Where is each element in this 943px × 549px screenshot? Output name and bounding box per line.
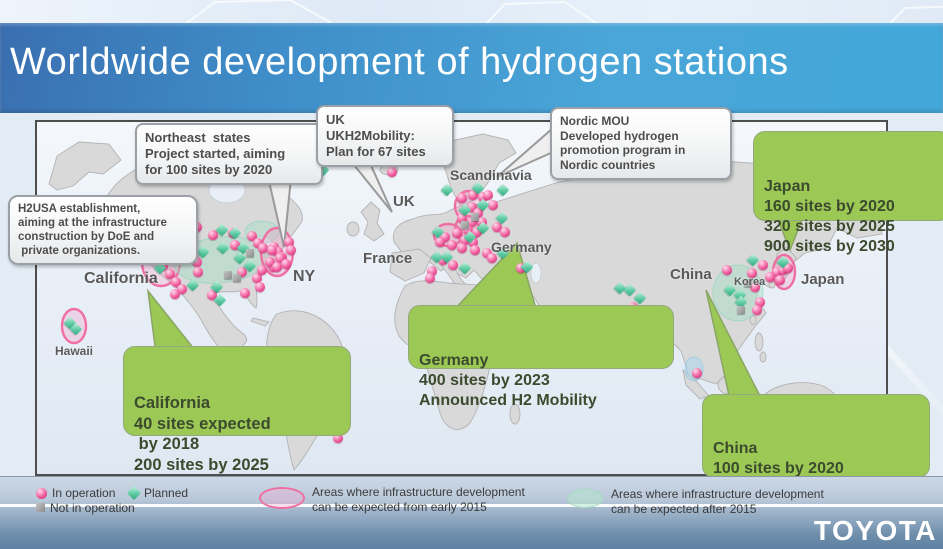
legend-in-operation: In operation [52,486,115,501]
station-in-operation-marker [457,243,467,253]
h2usa-callout: H2USA establishment, aiming at the infra… [8,195,198,265]
station-in-operation-marker [170,289,180,299]
map-label-hawaii: Hawaii [55,344,93,358]
map-label-france: France [363,250,412,267]
station-in-operation-marker [722,265,732,275]
legend-early-2015-area: Areas where infrastructure development c… [312,485,525,515]
top-decor-strip [0,0,943,23]
china-target-title: China [713,439,919,459]
northeast-states-callout: Northeast states Project started, aiming… [135,123,323,185]
station-in-operation-marker [483,190,493,200]
map-label-china: China [670,266,712,283]
station-in-operation-marker [387,167,397,177]
station-in-operation-marker [240,288,250,298]
station-in-operation-marker [500,227,510,237]
station-not-in-operation-marker [737,306,745,314]
map-label-scandinavia: Scandinavia [450,167,532,183]
toyota-logo: TOYOTA [814,515,937,547]
in-operation-icon [36,488,47,499]
station-in-operation-marker [425,273,435,283]
station-in-operation-marker [281,259,291,269]
legend-after-2015-area: Areas where infrastructure development c… [611,487,824,517]
station-in-operation-marker [286,245,296,255]
page-title: Worldwide development of hydrogen statio… [10,41,789,84]
map-label-california: California [84,270,158,288]
legend-planned: Planned [144,486,188,501]
map-label-korea: Korea [734,276,765,288]
legend-not-in-operation: Not in operation [50,501,135,516]
station-in-operation-marker [448,260,458,270]
map-label-germany: Germany [491,239,552,255]
germany-target-lines: 400 sites by 2023 Announced H2 Mobility [419,372,597,409]
station-in-operation-marker [435,237,445,247]
slide: Worldwide development of hydrogen statio… [0,0,943,549]
germany-target-title: Germany [419,351,663,371]
station-in-operation-marker [692,368,702,378]
station-in-operation-marker [193,267,203,277]
japan-target-title: Japan [764,177,940,197]
after-2015-area-icon [567,489,603,508]
station-not-in-operation-marker [461,221,469,229]
nordic-mou-callout: Nordic MOU Developed hydrogen promotion … [550,107,732,180]
station-not-in-operation-marker [224,271,232,279]
station-in-operation-marker [752,305,762,315]
early-2015-area-icon [259,487,305,509]
not-in-operation-icon [36,503,45,512]
station-in-operation-marker [457,193,467,203]
station-not-in-operation-marker [246,249,254,257]
station-not-in-operation-marker [471,213,479,221]
planned-icon [127,486,141,500]
japan-target-box: Japan160 sites by 2020 320 sites by 2025… [753,131,943,221]
japan-target-lines: 160 sites by 2020 320 sites by 2025 900 … [764,198,895,255]
hexagon-pattern [0,0,943,23]
map-label-ny: NY [293,268,315,286]
china-target-box: China100 sites by 2020 350 sites by 2025… [702,394,930,478]
california-target-box: California40 sites expected by 2018 200 … [123,346,351,436]
germany-target-box: Germany400 sites by 2023 Announced H2 Mo… [408,305,674,369]
map-label-uk: UK [393,193,415,210]
legend-footer: In operation Planned Not in operation Ar… [0,476,943,549]
station-in-operation-marker [488,200,498,210]
station-in-operation-marker [470,245,480,255]
station-not-in-operation-marker [233,274,241,282]
station-in-operation-marker [257,265,267,275]
california-target-title: California [134,393,340,414]
uk-mobility-callout: UK UKH2Mobility: Plan for 67 sites [316,105,454,167]
title-bar: Worldwide development of hydrogen statio… [0,23,943,113]
station-in-operation-marker [447,240,457,250]
california-target-lines: 40 sites expected by 2018 200 sites by 2… [134,415,271,474]
station-in-operation-marker [255,282,265,292]
